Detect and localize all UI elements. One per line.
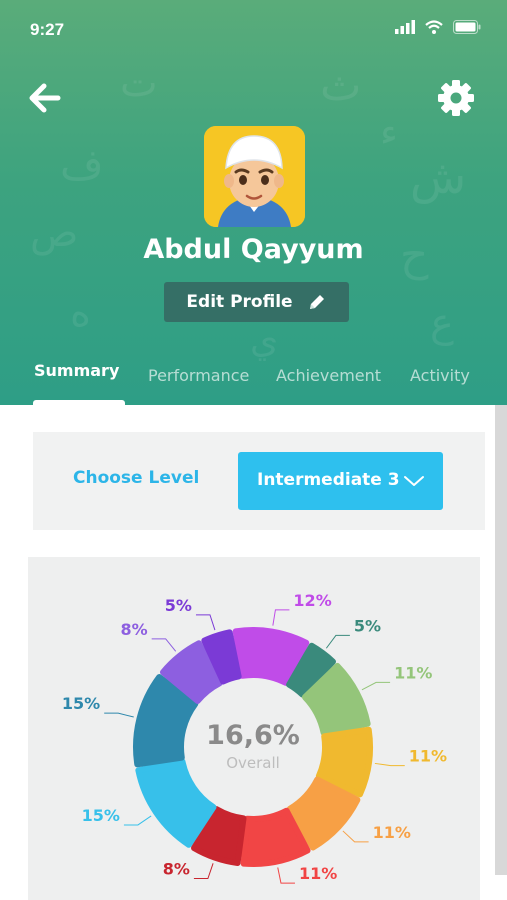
status-icons	[395, 20, 481, 34]
profile-tabs: Summary Performance Achievement Activity	[0, 355, 507, 405]
donut-slice-label: 11%	[409, 747, 447, 766]
donut-slice-label: 15%	[62, 694, 100, 713]
edit-profile-label: Edit Profile	[186, 292, 293, 312]
donut-slice-label: 8%	[163, 859, 190, 878]
avatar[interactable]	[204, 126, 305, 227]
donut-leader-line	[193, 863, 214, 879]
donut-leader-line	[374, 762, 405, 767]
avatar-image	[204, 126, 305, 227]
donut-leader-line	[104, 712, 134, 718]
donut-slice-label: 5%	[354, 616, 381, 635]
tab-performance[interactable]: Performance	[148, 366, 249, 385]
active-tab-indicator	[33, 400, 125, 405]
status-time: 9:27	[30, 20, 65, 39]
edit-profile-button[interactable]: Edit Profile	[164, 282, 349, 322]
level-selector-card: Choose Level Intermediate 3	[33, 432, 485, 530]
donut-slice-label: 12%	[293, 591, 331, 610]
tab-achievement[interactable]: Achievement	[276, 366, 381, 385]
tab-summary[interactable]: Summary	[34, 361, 119, 380]
signal-icon	[395, 20, 415, 34]
tab-activity[interactable]: Activity	[410, 366, 470, 385]
gear-icon[interactable]	[436, 78, 476, 118]
center-value: 16,6%	[206, 720, 300, 751]
profile-name: Abdul Qayyum	[143, 234, 364, 265]
overall-progress-card: 16,6% Overall 12% 5% 11% 11% 11% 11% 8% 15% 15% 8…	[28, 557, 480, 900]
chevron-down-icon	[404, 476, 424, 486]
donut-leader-line	[151, 638, 177, 652]
battery-icon	[453, 20, 481, 34]
donut-leader-line	[325, 634, 350, 649]
donut-leader-line	[277, 867, 295, 884]
donut-slice-label: 11%	[373, 823, 411, 842]
donut-leader-line	[272, 609, 290, 626]
donut-slice-label: 15%	[82, 806, 120, 825]
choose-level-label: Choose Level	[73, 468, 200, 488]
center-label: Overall	[226, 754, 280, 772]
donut-leader-line	[342, 830, 369, 843]
level-dropdown-value: Intermediate 3	[257, 470, 400, 490]
wifi-icon	[425, 20, 443, 34]
scrollbar[interactable]	[495, 405, 507, 875]
donut-slice-label: 11%	[394, 663, 432, 682]
profile-header: ت ث ء ف ش ص ح ه ع ي 9:27 Abdul Qayyum Ed…	[0, 0, 507, 405]
status-bar: 9:27	[0, 0, 507, 56]
donut-leader-line	[123, 815, 152, 826]
level-dropdown[interactable]: Intermediate 3	[238, 452, 443, 510]
donut-slice-label: 11%	[299, 864, 337, 883]
donut-leader-line	[195, 614, 216, 631]
donut-chart: 16,6% Overall 12% 5% 11% 11% 11% 11% 8% 15% 15% 8…	[62, 591, 447, 884]
donut-slice-label: 5%	[165, 596, 192, 615]
back-arrow-icon[interactable]	[24, 78, 64, 118]
donut-slice-label: 8%	[120, 620, 147, 639]
pencil-icon	[309, 295, 324, 309]
donut-leader-line	[361, 681, 391, 691]
